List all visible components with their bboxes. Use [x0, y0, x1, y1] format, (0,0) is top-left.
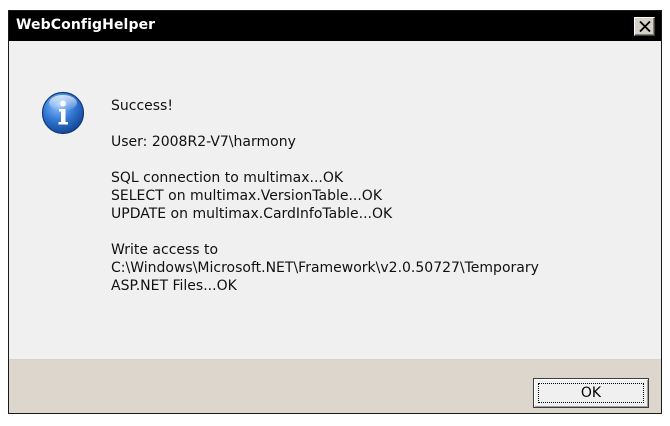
success-heading: Success! — [111, 98, 173, 114]
dialog-content: Success! User: 2008R2-V7\harmony SQL con… — [9, 41, 661, 359]
title-bar[interactable]: WebConfigHelper — [9, 11, 661, 41]
user-line: User: 2008R2-V7\harmony — [111, 134, 296, 150]
check-line: SELECT on multimax.VersionTable...OK — [111, 188, 383, 204]
window-title: WebConfigHelper — [16, 17, 156, 33]
message-dialog: WebConfigHelper Success! User: 2008R2-V7… — [8, 10, 662, 414]
message-text: Success! User: 2008R2-V7\harmony SQL con… — [111, 97, 651, 295]
button-bar: OK — [9, 359, 661, 413]
check-line: UPDATE on multimax.CardInfoTable...OK — [111, 206, 393, 222]
info-icon — [41, 91, 85, 135]
ok-button[interactable]: OK — [533, 378, 649, 408]
close-button[interactable] — [634, 17, 655, 36]
close-icon — [639, 21, 651, 32]
write-access-path: C:\Windows\Microsoft.NET\Framework\v2.0.… — [111, 260, 539, 276]
write-access-result: ASP.NET Files...OK — [111, 278, 237, 294]
ok-button-label: OK — [580, 385, 602, 401]
check-line: SQL connection to multimax...OK — [111, 170, 344, 186]
write-access-line: Write access to — [111, 242, 219, 258]
